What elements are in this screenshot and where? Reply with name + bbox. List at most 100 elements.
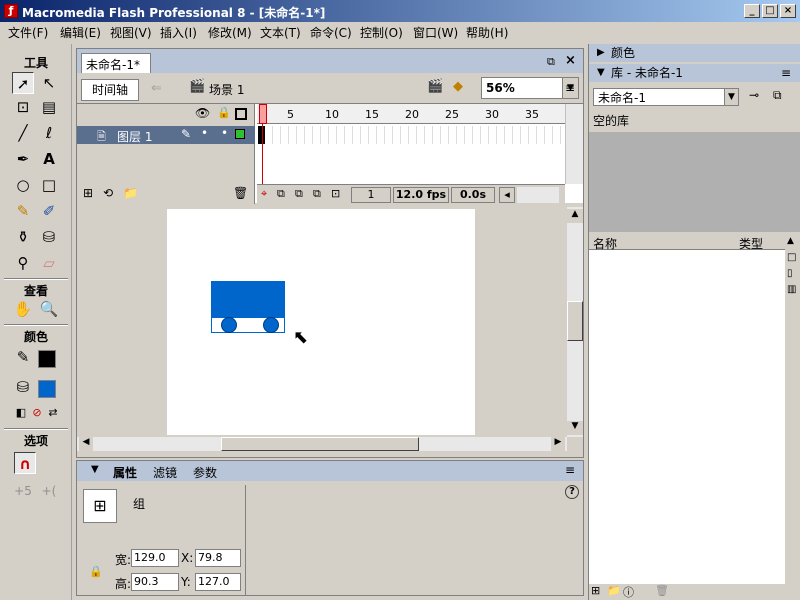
scene-label[interactable]: 场景 1 <box>209 81 244 98</box>
fill-transform-tool-icon[interactable]: ▤ <box>38 96 60 118</box>
document-tab[interactable]: 未命名-1* <box>81 53 151 73</box>
narrow-view-icon[interactable]: ▯ <box>787 268 793 279</box>
panel-options-icon[interactable]: ≡ <box>781 64 791 82</box>
expand-arrow-icon[interactable]: ▶ <box>597 44 605 62</box>
new-library-panel-icon[interactable]: ⧉ <box>773 88 782 103</box>
edit-multiple-frames-icon[interactable]: ⧉ <box>313 187 321 201</box>
properties-icon[interactable]: ⓘ <box>623 584 634 600</box>
add-motion-guide-icon[interactable]: ⟲ <box>103 186 113 200</box>
outline-icon[interactable] <box>235 108 247 120</box>
menu-file[interactable]: 文件(F) <box>8 24 48 41</box>
onion-skin-icon[interactable]: ⧉ <box>277 187 285 201</box>
restore-doc-icon[interactable]: ⧉ <box>547 55 555 69</box>
library-document-select[interactable]: 未命名-1 ▼ <box>593 88 739 106</box>
line-tool-icon[interactable]: ╱ <box>12 122 34 144</box>
menu-text[interactable]: 文本(T) <box>260 24 301 41</box>
stroke-color-swatch[interactable] <box>38 350 56 368</box>
eyedropper-tool-icon[interactable]: ⚲ <box>12 252 34 274</box>
column-name[interactable]: 名称 <box>593 235 617 252</box>
onion-outlines-icon[interactable]: ⧉ <box>295 187 303 201</box>
lock-ratio-icon[interactable]: 🔒 <box>89 565 103 578</box>
tab-properties[interactable]: 属性 <box>113 464 137 481</box>
cart-body-shape[interactable] <box>211 281 285 317</box>
eye-icon[interactable]: 👁 <box>195 106 210 120</box>
scroll-right-icon[interactable]: ▶ <box>551 437 565 451</box>
library-item-list[interactable]: 名称 类型 <box>589 234 785 584</box>
insert-layer-icon[interactable]: ⊞ <box>83 186 93 200</box>
close-button[interactable]: × <box>780 4 796 18</box>
collapse-arrow-icon[interactable]: ▼ <box>91 464 99 475</box>
tab-parameters[interactable]: 参数 <box>193 464 217 481</box>
vscroll-thumb[interactable] <box>567 301 583 341</box>
subselection-tool-icon[interactable]: ↖ <box>38 72 60 94</box>
new-symbol-icon[interactable]: ⊞ <box>591 584 600 597</box>
zoom-tool-icon[interactable]: 🔍 <box>38 298 60 320</box>
panel-options-icon[interactable]: ≡ <box>565 463 575 477</box>
paint-bucket-tool-icon[interactable]: ⛁ <box>38 226 60 248</box>
snap-to-objects-icon[interactable]: ∩ <box>14 452 36 474</box>
chevron-down-icon[interactable]: ▼ <box>724 89 738 105</box>
layer-row[interactable]: 🗎 图层 1 ✎ • • <box>77 126 255 144</box>
scroll-left-icon[interactable]: ◀ <box>79 437 93 451</box>
menu-view[interactable]: 视图(V) <box>110 24 152 41</box>
close-doc-icon[interactable]: × <box>565 53 576 68</box>
rectangle-tool-icon[interactable]: □ <box>38 174 60 196</box>
library-panel-header[interactable]: ▼ 库 - 未命名-1 ≡ <box>589 64 800 82</box>
free-transform-tool-icon[interactable]: ⊡ <box>12 96 34 118</box>
menu-help[interactable]: 帮助(H) <box>466 24 508 41</box>
scroll-up-icon[interactable]: ▲ <box>567 209 583 223</box>
center-frame-icon[interactable]: ⌖ <box>261 187 267 201</box>
eraser-tool-icon[interactable]: ▱ <box>38 252 60 274</box>
menu-window[interactable]: 窗口(W) <box>413 24 458 41</box>
back-arrow-icon[interactable]: ⇐ <box>151 81 162 96</box>
straighten-icon[interactable]: +( <box>38 480 60 502</box>
lasso-tool-icon[interactable]: ℓ <box>38 122 60 144</box>
hscroll-thumb[interactable] <box>221 437 419 451</box>
layer-frames-row[interactable] <box>257 126 565 144</box>
modify-onion-markers-icon[interactable]: ⊡ <box>331 187 340 200</box>
sort-order-icon[interactable]: ▲ <box>787 236 794 246</box>
wheel-left-shape[interactable] <box>221 317 237 333</box>
timeline-vscroll[interactable] <box>565 104 583 184</box>
timeline-toggle-button[interactable]: 时间轴 <box>81 79 139 101</box>
ink-bottle-tool-icon[interactable]: ⚱ <box>12 226 34 248</box>
lock-dot[interactable]: • <box>221 126 228 140</box>
menu-modify[interactable]: 修改(M) <box>208 24 252 41</box>
y-field[interactable]: 127.0 <box>195 573 241 591</box>
brush-tool-icon[interactable]: ✐ <box>38 200 60 222</box>
frame-rate[interactable]: 12.0 fps <box>393 187 449 203</box>
insert-folder-icon[interactable]: 📁 <box>123 186 138 200</box>
flash-app-icon[interactable]: ƒ <box>4 4 18 18</box>
visibility-dot[interactable]: • <box>201 126 208 140</box>
x-field[interactable]: 79.8 <box>195 549 241 567</box>
width-field[interactable]: 129.0 <box>131 549 179 567</box>
playhead-marker[interactable] <box>259 104 267 124</box>
scroll-down-icon[interactable]: ▼ <box>567 421 583 435</box>
scroll-left-icon[interactable]: ◂ <box>499 187 515 203</box>
pencil-tool-icon[interactable]: ✎ <box>12 200 34 222</box>
stage[interactable]: ⬉ <box>167 209 475 435</box>
menu-commands[interactable]: 命令(C) <box>310 24 352 41</box>
tab-filters[interactable]: 滤镜 <box>153 464 177 481</box>
stage-hscroll[interactable]: ◀ ▶ <box>77 437 567 451</box>
smooth-icon[interactable]: +5 <box>12 480 34 502</box>
delete-layer-icon[interactable]: 🗑 <box>233 186 248 200</box>
layer-outline-color[interactable] <box>235 129 245 139</box>
height-field[interactable]: 90.3 <box>131 573 179 591</box>
collapse-arrow-icon[interactable]: ▼ <box>597 64 605 82</box>
edit-symbol-icon[interactable]: ◆ <box>453 79 463 94</box>
hand-tool-icon[interactable]: ✋ <box>12 298 34 320</box>
collapse-folders-icon[interactable]: ▥ <box>787 284 796 295</box>
column-type[interactable]: 类型 <box>739 235 763 252</box>
pen-tool-icon[interactable]: ✒ <box>12 148 34 170</box>
text-tool-icon[interactable]: A <box>38 148 60 170</box>
timeline-hscroll[interactable] <box>517 187 559 203</box>
lock-icon[interactable]: 🔒 <box>217 106 231 119</box>
stage-vscroll[interactable]: ▲ ▼ <box>567 207 583 437</box>
minimize-button[interactable]: _ <box>744 4 760 18</box>
selection-tool-icon[interactable]: ➚ <box>12 72 34 94</box>
delete-item-icon[interactable]: 🗑 <box>655 584 669 597</box>
wide-view-icon[interactable]: □ <box>787 252 796 263</box>
wheel-right-shape[interactable] <box>263 317 279 333</box>
pin-library-icon[interactable]: ⊸ <box>749 88 759 102</box>
